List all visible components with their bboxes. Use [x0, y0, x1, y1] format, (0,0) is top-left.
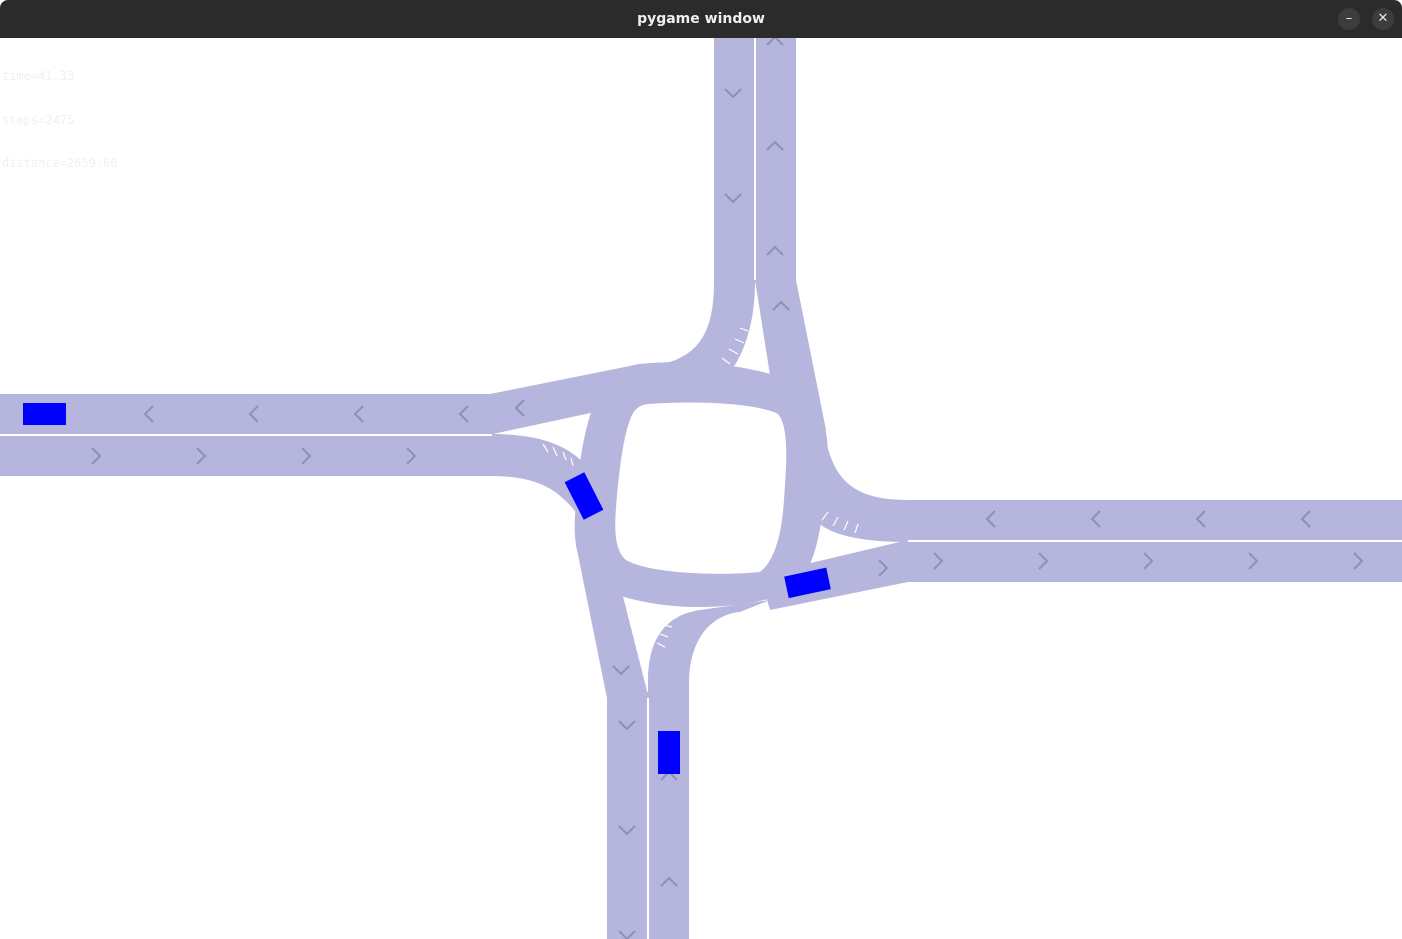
- game-canvas: [0, 38, 1402, 939]
- window-titlebar: pygame window – ✕: [0, 0, 1402, 38]
- hud-steps: steps=2475: [2, 112, 75, 127]
- road-scene: [0, 38, 1402, 939]
- lane-dividers: [0, 38, 1402, 939]
- vehicle-west: [23, 403, 66, 425]
- east-exit-connector: [815, 440, 908, 542]
- vehicle-south: [658, 731, 680, 774]
- hud-stats: time=41.33 steps=2475 distance=2659.60: [2, 40, 118, 185]
- close-icon[interactable]: ✕: [1372, 8, 1394, 30]
- window-title: pygame window: [637, 11, 765, 27]
- hud-time: time=41.33: [2, 69, 75, 83]
- hud-distance: distance=2659.60: [2, 156, 118, 170]
- road-network: [0, 38, 1402, 939]
- minimize-icon[interactable]: –: [1338, 8, 1360, 30]
- south-entry-connector: [648, 600, 770, 698]
